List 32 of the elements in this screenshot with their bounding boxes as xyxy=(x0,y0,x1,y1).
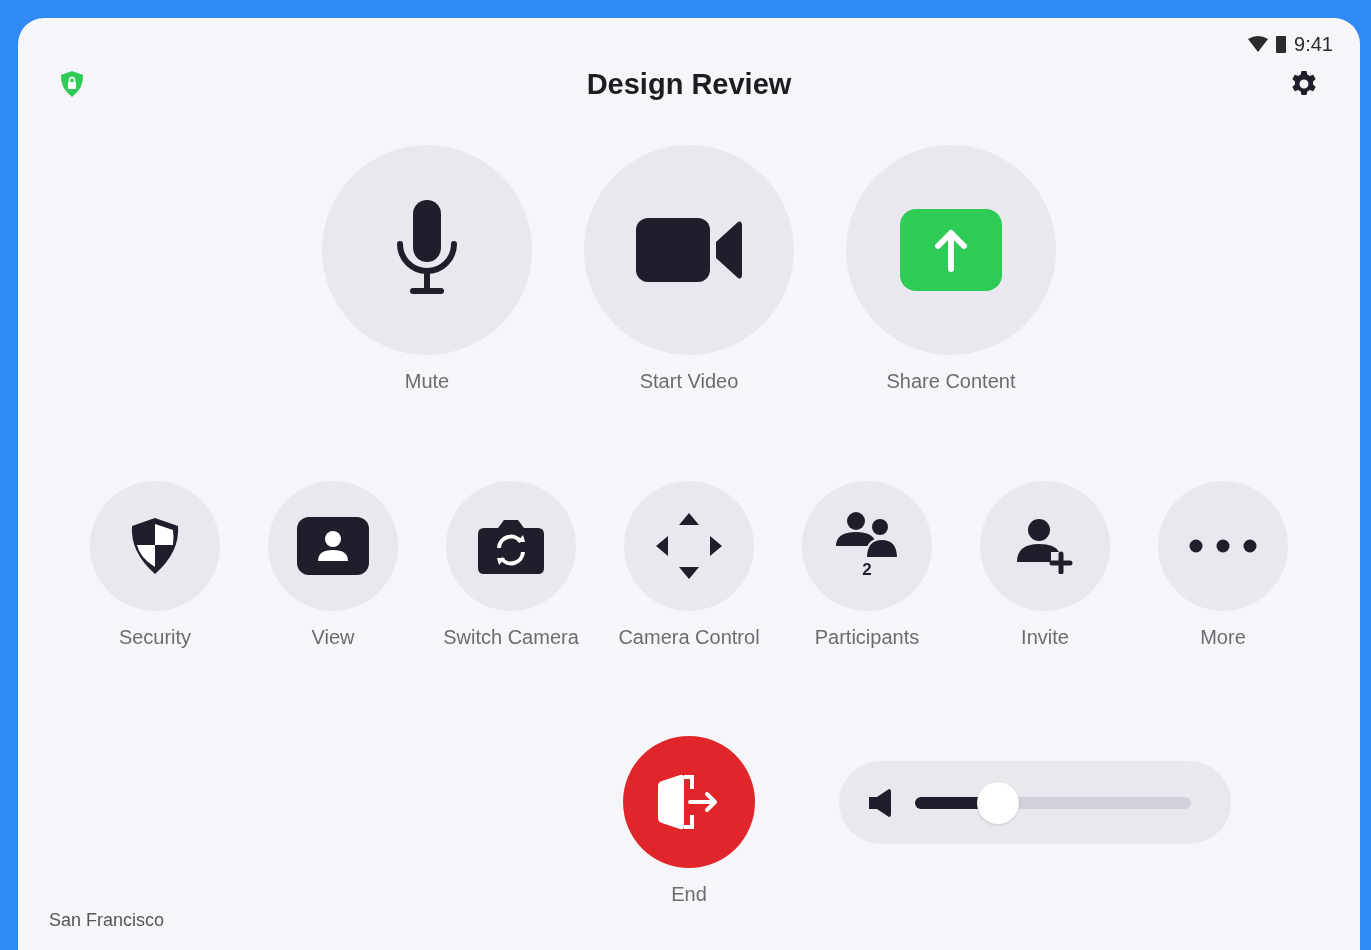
security-shield-icon xyxy=(60,70,84,98)
more-icon xyxy=(1189,539,1257,553)
switch-camera-icon xyxy=(478,518,544,574)
wifi-icon xyxy=(1248,36,1269,52)
action-button[interactable]: 2 xyxy=(802,481,932,611)
add-person-icon xyxy=(1017,518,1073,574)
action-label: View xyxy=(311,625,355,650)
action-label: Camera Control xyxy=(618,625,760,650)
share-screen-icon xyxy=(900,209,1002,291)
meeting-title: Design Review xyxy=(586,67,792,101)
action-label: Share Content xyxy=(886,369,1016,394)
end-label: End xyxy=(671,882,707,907)
action-label: Invite xyxy=(1021,625,1069,650)
clock-time: 9:41 xyxy=(1294,32,1333,56)
action-label: More xyxy=(1200,625,1246,650)
location-label: San Francisco xyxy=(49,910,165,931)
action-label: Security xyxy=(118,625,192,650)
video-camera-icon xyxy=(636,218,742,282)
action-label: Participants xyxy=(814,625,920,650)
speaker-icon xyxy=(869,788,891,817)
people-icon xyxy=(836,512,898,558)
settings-icon xyxy=(1290,70,1318,98)
battery-icon xyxy=(1276,35,1287,53)
direction-arrows-icon xyxy=(656,513,722,579)
action-label: Switch Camera xyxy=(443,625,579,650)
participant-count: 2 xyxy=(862,560,872,580)
action-label: Start Video xyxy=(639,369,739,394)
slider-thumb[interactable] xyxy=(976,781,1019,824)
action-label: Mute xyxy=(404,369,450,394)
volume-slider[interactable] xyxy=(915,781,1191,824)
person-card-icon xyxy=(297,517,369,575)
exit-door-icon xyxy=(658,773,720,831)
